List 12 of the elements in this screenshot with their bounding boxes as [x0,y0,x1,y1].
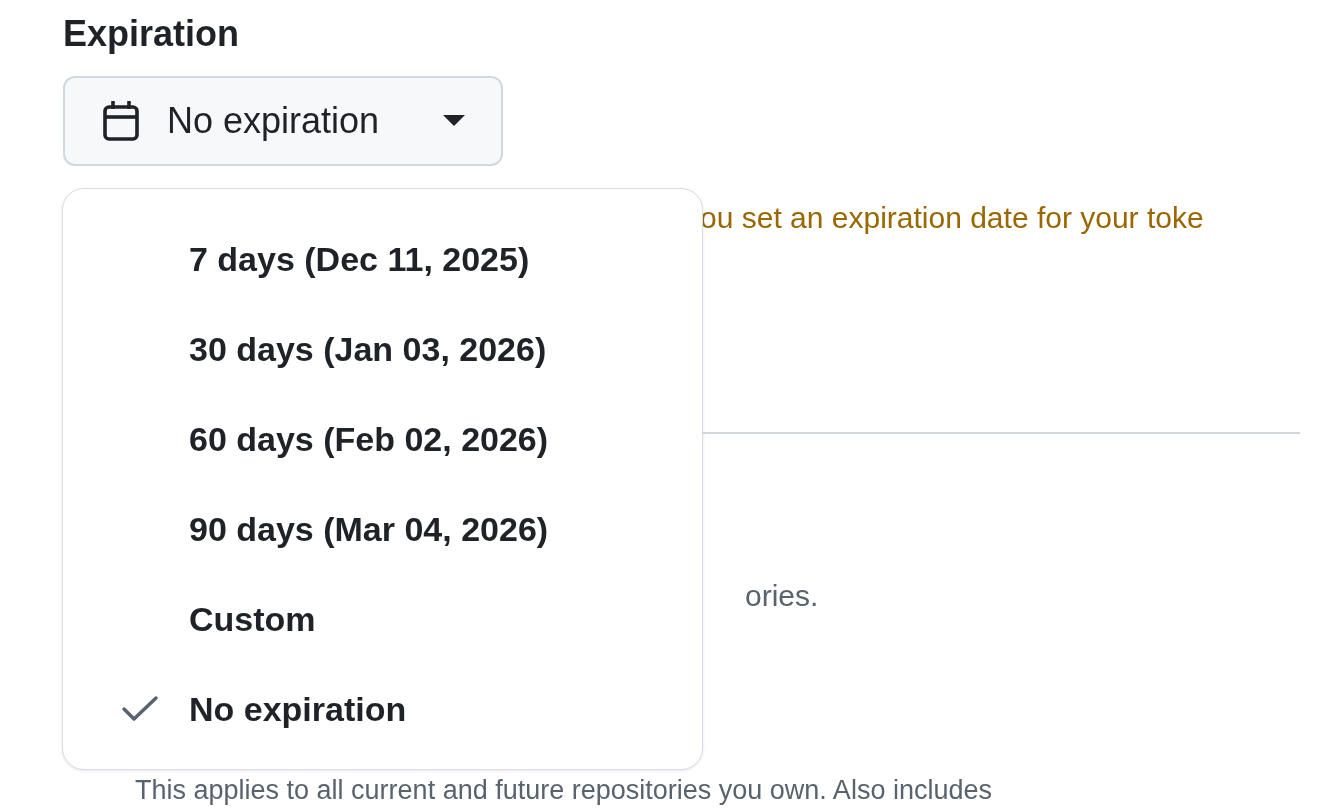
caret-icon [443,115,465,127]
calendar-icon [101,99,141,143]
expiration-dropdown[interactable]: No expiration [63,76,503,166]
menu-item[interactable]: 90 days (Mar 04, 2026) [73,484,692,574]
menu-item[interactable]: 60 days (Feb 02, 2026) [73,394,692,484]
description-text: ories. [745,578,819,614]
field-label: Expiration [63,12,240,56]
menu-item[interactable]: 30 days (Jan 03, 2026) [73,304,692,394]
description-text: This applies to all current and future repositories you own. Also includes [135,777,992,803]
check-icon [121,695,159,723]
menu-item[interactable]: Custom [73,574,692,664]
menu-item[interactable]: 7 days (Dec 11, 2025) [73,214,692,304]
